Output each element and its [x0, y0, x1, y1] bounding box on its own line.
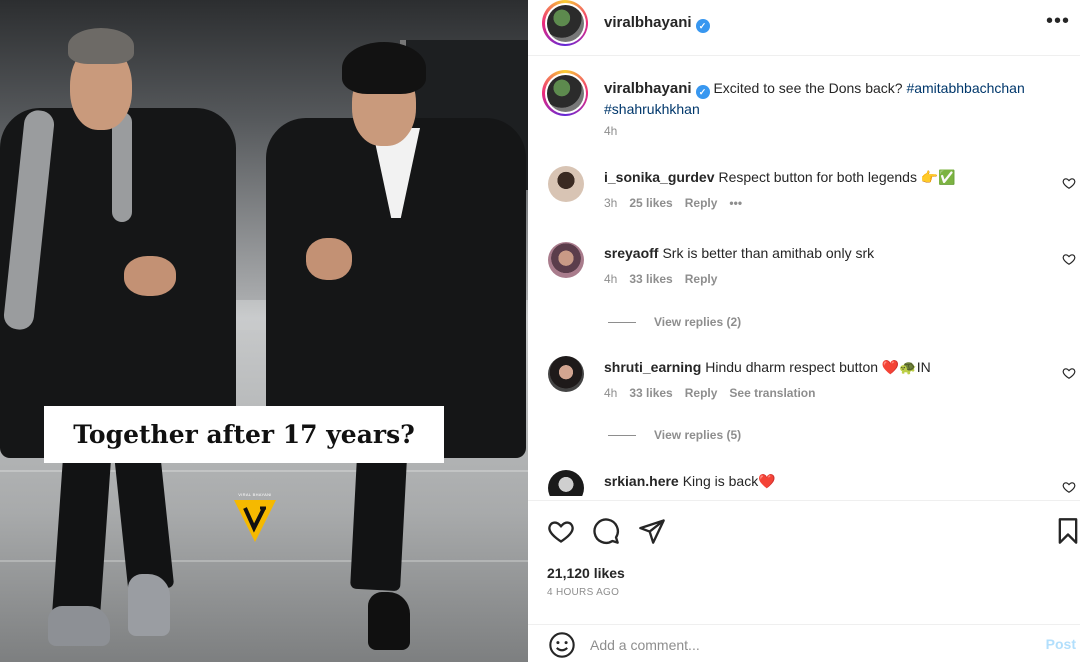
comment-avatar[interactable]	[548, 242, 584, 278]
comment-options-button[interactable]: •••	[729, 196, 742, 210]
post-media-image[interactable]: Together after 17 years? VIRAL BHAYANI	[0, 0, 528, 662]
logo-small-text: VIRAL BHAYANI	[238, 492, 272, 497]
comment-message: Respect button for both legends 👉✅	[718, 169, 956, 185]
heart-icon[interactable]	[1062, 252, 1076, 266]
caption-username[interactable]: viralbhayani	[604, 80, 692, 97]
profile-picture	[546, 4, 584, 42]
post-comment-button[interactable]: Post	[1046, 636, 1076, 652]
comment-message: Srk is better than amithab only srk	[662, 245, 875, 261]
comment-likes[interactable]: 25 likes	[629, 196, 672, 210]
sneaker	[128, 574, 170, 636]
comment-username[interactable]: i_sonika_gurdev	[604, 169, 715, 185]
comment-meta: 4h 33 likes Reply	[604, 272, 729, 286]
add-comment-row: Post	[528, 624, 1080, 662]
caption-avatar[interactable]	[542, 70, 588, 116]
comment-meta: 4h 33 likes Reply See translation	[604, 386, 827, 400]
comment-time: 4h	[604, 386, 618, 400]
replies-divider	[608, 434, 636, 436]
post-side-panel: viralbhayani ✓ ••• viralbhayani ✓ Excited …	[528, 0, 1080, 662]
sneaker	[48, 606, 110, 646]
comment-text: srkian.here King is back❤️	[604, 473, 1034, 490]
comment-avatar[interactable]	[548, 166, 584, 202]
more-horizontal-icon[interactable]: •••	[1046, 10, 1070, 33]
caption-text: viralbhayani ✓ Excited to see the Dons ba…	[604, 78, 1074, 119]
view-replies-button[interactable]: View replies (2)	[608, 315, 741, 329]
comment-time: 4h	[604, 272, 618, 286]
hand	[306, 238, 352, 280]
comment-text: shruti_earning Hindu dharm respect button…	[604, 359, 1034, 376]
profile-picture	[546, 74, 584, 112]
likes-count[interactable]: 21,120 likes	[547, 565, 625, 581]
verified-badge-icon: ✓	[695, 85, 710, 99]
bookmark-icon[interactable]	[1054, 517, 1080, 545]
share-paper-plane-icon[interactable]	[638, 517, 666, 545]
comment-text: sreyaoff Srk is better than amithab only …	[604, 245, 1034, 261]
header-username-row: viralbhayani ✓	[604, 14, 710, 33]
verified-badge-icon: ✓	[695, 19, 710, 33]
post-timestamp: 4 HOURS AGO	[547, 587, 620, 598]
comment-likes[interactable]: 33 likes	[629, 272, 672, 286]
header-username[interactable]: viralbhayani	[604, 14, 692, 31]
comment-message: Hindu dharm respect button ❤️🐢IN	[705, 359, 931, 375]
comment-text: i_sonika_gurdev Respect button for both l…	[604, 169, 1034, 186]
comment-likes[interactable]: 33 likes	[629, 386, 672, 400]
hashtag-link[interactable]: #shahrukhkhan	[604, 101, 700, 117]
hair	[68, 28, 134, 64]
comment-avatar[interactable]	[548, 356, 584, 392]
heart-icon[interactable]	[1062, 176, 1076, 190]
post-actions: 21,120 likes 4 HOURS AGO	[528, 500, 1080, 620]
caption-timestamp: 4h	[604, 124, 618, 138]
reply-button[interactable]: Reply	[685, 386, 718, 400]
add-comment-input[interactable]	[590, 633, 1010, 657]
scarf	[112, 112, 132, 222]
view-replies-label: View replies (5)	[654, 428, 742, 442]
logo-triangle-icon	[234, 500, 276, 542]
comment-username[interactable]: sreyaoff	[604, 245, 658, 261]
replies-divider	[608, 321, 636, 323]
caption-body: Excited to see the Dons back?	[713, 80, 903, 96]
boot	[368, 592, 410, 650]
comment-avatar[interactable]	[548, 470, 584, 496]
avatar[interactable]	[542, 0, 588, 46]
emoji-smiley-icon[interactable]	[548, 631, 576, 659]
heart-icon[interactable]	[1062, 480, 1076, 494]
like-heart-icon[interactable]	[547, 517, 575, 545]
comment-bubble-icon[interactable]	[592, 517, 620, 545]
caption-overlay: Together after 17 years?	[44, 406, 444, 463]
comment-time: 3h	[604, 196, 618, 210]
hashtag-link[interactable]: #amitabhbachchan	[906, 80, 1024, 96]
hair	[342, 42, 426, 94]
post-header: viralbhayani ✓ •••	[528, 0, 1080, 56]
comment-message: King is back❤️	[682, 473, 776, 489]
comment-item: srkian.here King is back❤️	[528, 470, 1080, 496]
comment-username[interactable]: srkian.here	[604, 473, 679, 489]
hand	[124, 256, 176, 296]
comment-username[interactable]: shruti_earning	[604, 359, 701, 375]
comment-meta: 3h 25 likes Reply •••	[604, 196, 754, 210]
reply-button[interactable]: Reply	[685, 272, 718, 286]
heart-icon[interactable]	[1062, 366, 1076, 380]
view-replies-button[interactable]: View replies (5)	[608, 428, 741, 442]
reply-button[interactable]: Reply	[685, 196, 718, 210]
viral-bhayani-logo: VIRAL BHAYANI	[232, 492, 278, 544]
see-translation-button[interactable]: See translation	[729, 386, 815, 400]
view-replies-label: View replies (2)	[654, 315, 742, 329]
